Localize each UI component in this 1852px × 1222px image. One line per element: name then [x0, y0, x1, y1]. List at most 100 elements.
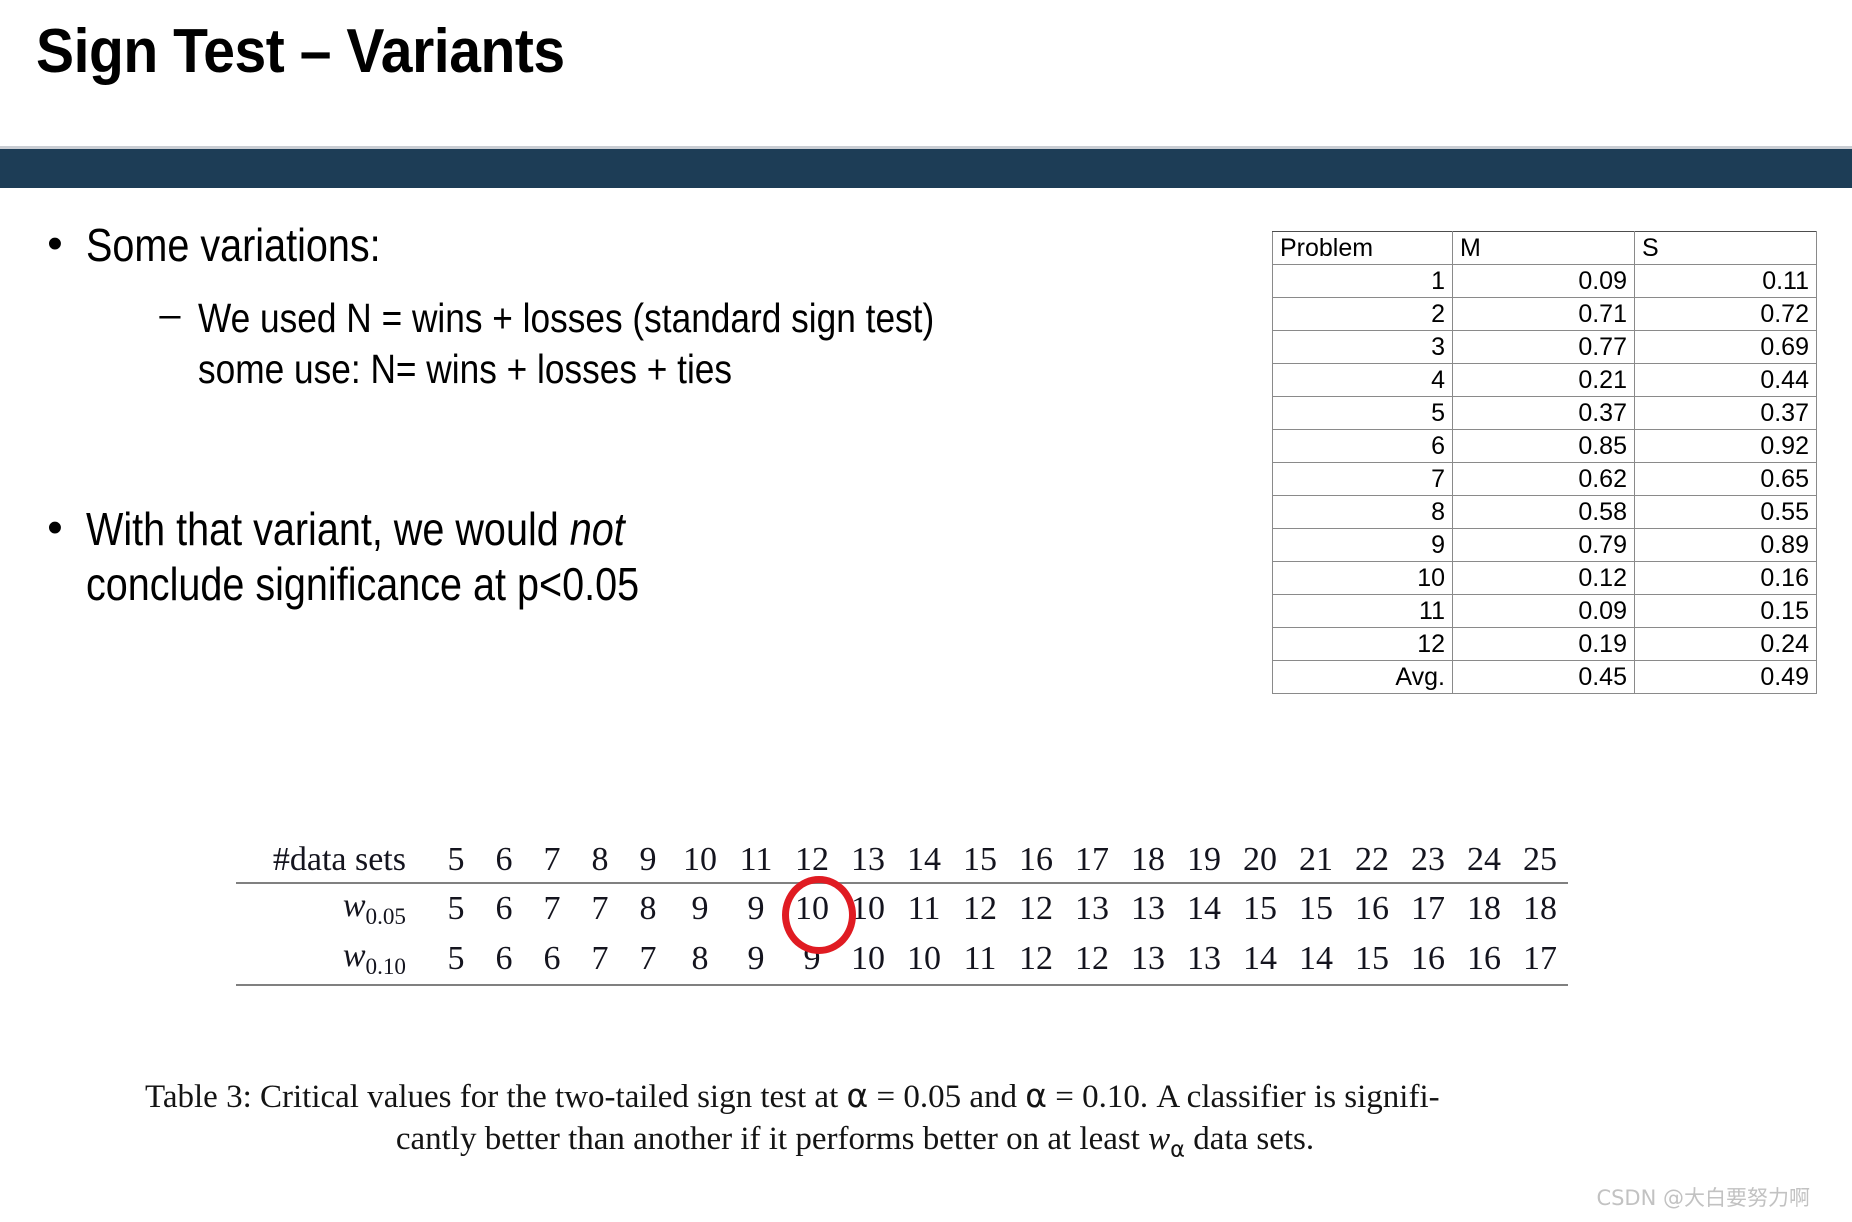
table-cell: 7	[1272, 462, 1453, 496]
crit-cell-w010: 13	[1120, 933, 1176, 986]
table-cell: 0.85	[1452, 429, 1635, 463]
table-cell: 4	[1272, 363, 1453, 397]
crit-cell-dataset-count: 8	[576, 838, 624, 884]
critical-values-table: #data sets 5 6 7 8 9 10 11 12 13 14 15 16 17 18 19 20 21…	[236, 838, 1568, 986]
bullet-text-2-line1-plain: With that variant, we would	[86, 502, 570, 555]
table-caption: Table 3: Critical values for the two-tai…	[145, 1075, 1565, 1165]
crit-cell-w010: 6	[480, 933, 528, 986]
table-cell: 0.77	[1452, 330, 1635, 364]
table-cell: 6	[1272, 429, 1453, 463]
spacer-large	[24, 396, 1064, 502]
crit-cell-dataset-count: 9	[624, 838, 672, 884]
crit-cell-w005: 15	[1243, 889, 1277, 927]
crit-cell-w010: 12	[1008, 933, 1064, 986]
table-cell: 0.65	[1634, 462, 1817, 496]
table-cell: 0.49	[1634, 660, 1817, 694]
body-content: • Some variations: – We used N = wins + …	[24, 218, 1064, 612]
crit-row-datasets: #data sets 5 6 7 8 9 10 11 12 13 14 15 16 17 18 19 20 21…	[236, 838, 1568, 884]
w-symbol: w0.10	[343, 937, 406, 980]
caption-line-1: Table 3: Critical values for the two-tai…	[145, 1075, 1565, 1118]
bullet-text-2-line2: conclude significance at p<0.05	[86, 557, 640, 610]
crit-cell-w005: 7	[543, 889, 561, 927]
table-cell: 0.16	[1634, 561, 1817, 595]
crit-cell-w010: 5	[432, 933, 480, 986]
bullet-item-1: • Some variations:	[24, 218, 1064, 273]
table-row: 10 0.12 0.16	[1272, 561, 1817, 595]
crit-cell-dataset-count: 18	[1120, 838, 1176, 884]
table-row: 8 0.58 0.55	[1272, 495, 1817, 529]
w-base: w	[1148, 1121, 1171, 1158]
crit-cell-dataset-count: 6	[480, 838, 528, 884]
w-subscript: α	[1170, 1136, 1185, 1163]
crit-cell-dataset-count: 11	[728, 838, 784, 884]
column-header-s: S	[1634, 231, 1817, 265]
table-row: 3 0.77 0.69	[1272, 330, 1817, 364]
table-cell: 0.45	[1452, 660, 1635, 694]
bullet-text-2-block: With that variant, we would not conclude…	[86, 502, 729, 612]
table-row: 1 0.09 0.11	[1272, 264, 1817, 298]
crit-cell-dataset-count: 12	[784, 838, 840, 884]
table-cell: 0.69	[1634, 330, 1817, 364]
crit-cell-w010: 15	[1344, 933, 1400, 986]
table-row: Avg. 0.45 0.49	[1272, 660, 1817, 694]
table-row: 12 0.19 0.24	[1272, 627, 1817, 661]
w-subscript: 0.05	[365, 903, 406, 930]
crit-cell-w005: 16	[1355, 889, 1389, 927]
results-table: Problem M S 1 0.09 0.11 2 0.71 0.72 3 0.77 0.69 4…	[1272, 231, 1817, 694]
sub-bullet-marker: –	[159, 294, 181, 337]
table-cell: 0.62	[1452, 462, 1635, 496]
crit-cell-w005: 15	[1299, 889, 1333, 927]
caption-text-c: = 0.10. A classifier is signifi-	[1047, 1079, 1440, 1115]
crit-cell-dataset-count: 24	[1456, 838, 1512, 884]
table-row: 5 0.37 0.37	[1272, 396, 1817, 430]
crit-cell-w005: 5	[447, 889, 465, 927]
crit-cell-w005: 10	[851, 889, 885, 927]
crit-cell-w010: 8	[672, 933, 728, 986]
title-divider-band	[0, 149, 1852, 188]
crit-cell-dataset-count: 23	[1400, 838, 1456, 884]
crit-cell-w005: 17	[1411, 889, 1445, 927]
crit-cell-w010: 9	[784, 933, 840, 986]
sub-bullet-text-line1: We used N = wins + losses (standard sign…	[198, 295, 935, 342]
crit-cell-w010: 16	[1400, 933, 1456, 986]
crit-cell-w005: 6	[495, 889, 513, 927]
table-cell: 0.58	[1452, 495, 1635, 529]
crit-cell-w005: 12	[963, 889, 997, 927]
table-cell: 11	[1272, 594, 1453, 628]
table-cell: 5	[1272, 396, 1453, 430]
crit-cell-dataset-count: 19	[1176, 838, 1232, 884]
crit-cell-dataset-count: 22	[1344, 838, 1400, 884]
page-title: Sign Test – Variants	[36, 17, 565, 86]
caption-line-2: cantly better than another if it perform…	[145, 1118, 1565, 1164]
crit-cell-w005: 7	[591, 889, 609, 927]
crit-cell-dataset-count: 25	[1512, 838, 1568, 884]
table-cell: 0.11	[1634, 264, 1817, 298]
table-row: 4 0.21 0.44	[1272, 363, 1817, 397]
caption-text-d: cantly better than another if it perform…	[395, 1121, 1149, 1158]
crit-cell-w010: 7	[576, 933, 624, 986]
bullet-text-1: Some variations:	[86, 219, 381, 271]
bullet-marker: •	[47, 219, 63, 268]
table-cell: 0.21	[1452, 363, 1635, 397]
crit-cell-w010: 14	[1232, 933, 1288, 986]
column-header-problem: Problem	[1272, 231, 1453, 265]
table-cell: 8	[1272, 495, 1453, 529]
sub-bullet-text-line2: some use: N= wins + losses + ties	[198, 346, 733, 393]
table-row: 11 0.09 0.15	[1272, 594, 1817, 628]
critical-values-figure: #data sets 5 6 7 8 9 10 11 12 13 14 15 16 17 18 19 20 21…	[236, 838, 1636, 986]
table-cell: 0.09	[1452, 264, 1635, 298]
crit-cell-w010: 13	[1176, 933, 1232, 986]
crit-cell-w010: 14	[1288, 933, 1344, 986]
csdn-watermark: CSDN @大白要努力啊	[1596, 1186, 1810, 1210]
crit-cell-w010: 12	[1064, 933, 1120, 986]
table-row: 2 0.71 0.72	[1272, 297, 1817, 331]
caption-text-a: Table 3: Critical values for the two-tai…	[145, 1079, 847, 1115]
table-cell: 0.89	[1634, 528, 1817, 562]
table-row: 6 0.85 0.92	[1272, 429, 1817, 463]
crit-cell-dataset-count: 14	[896, 838, 952, 884]
crit-cell-w005: 8	[639, 889, 657, 927]
table-cell: 0.15	[1634, 594, 1817, 628]
caption-text-e: data sets.	[1184, 1121, 1315, 1158]
sub-bullet-item-1: – We used N = wins + losses (standard si…	[24, 293, 1064, 344]
crit-row-label-w005: w0.05	[236, 883, 432, 934]
